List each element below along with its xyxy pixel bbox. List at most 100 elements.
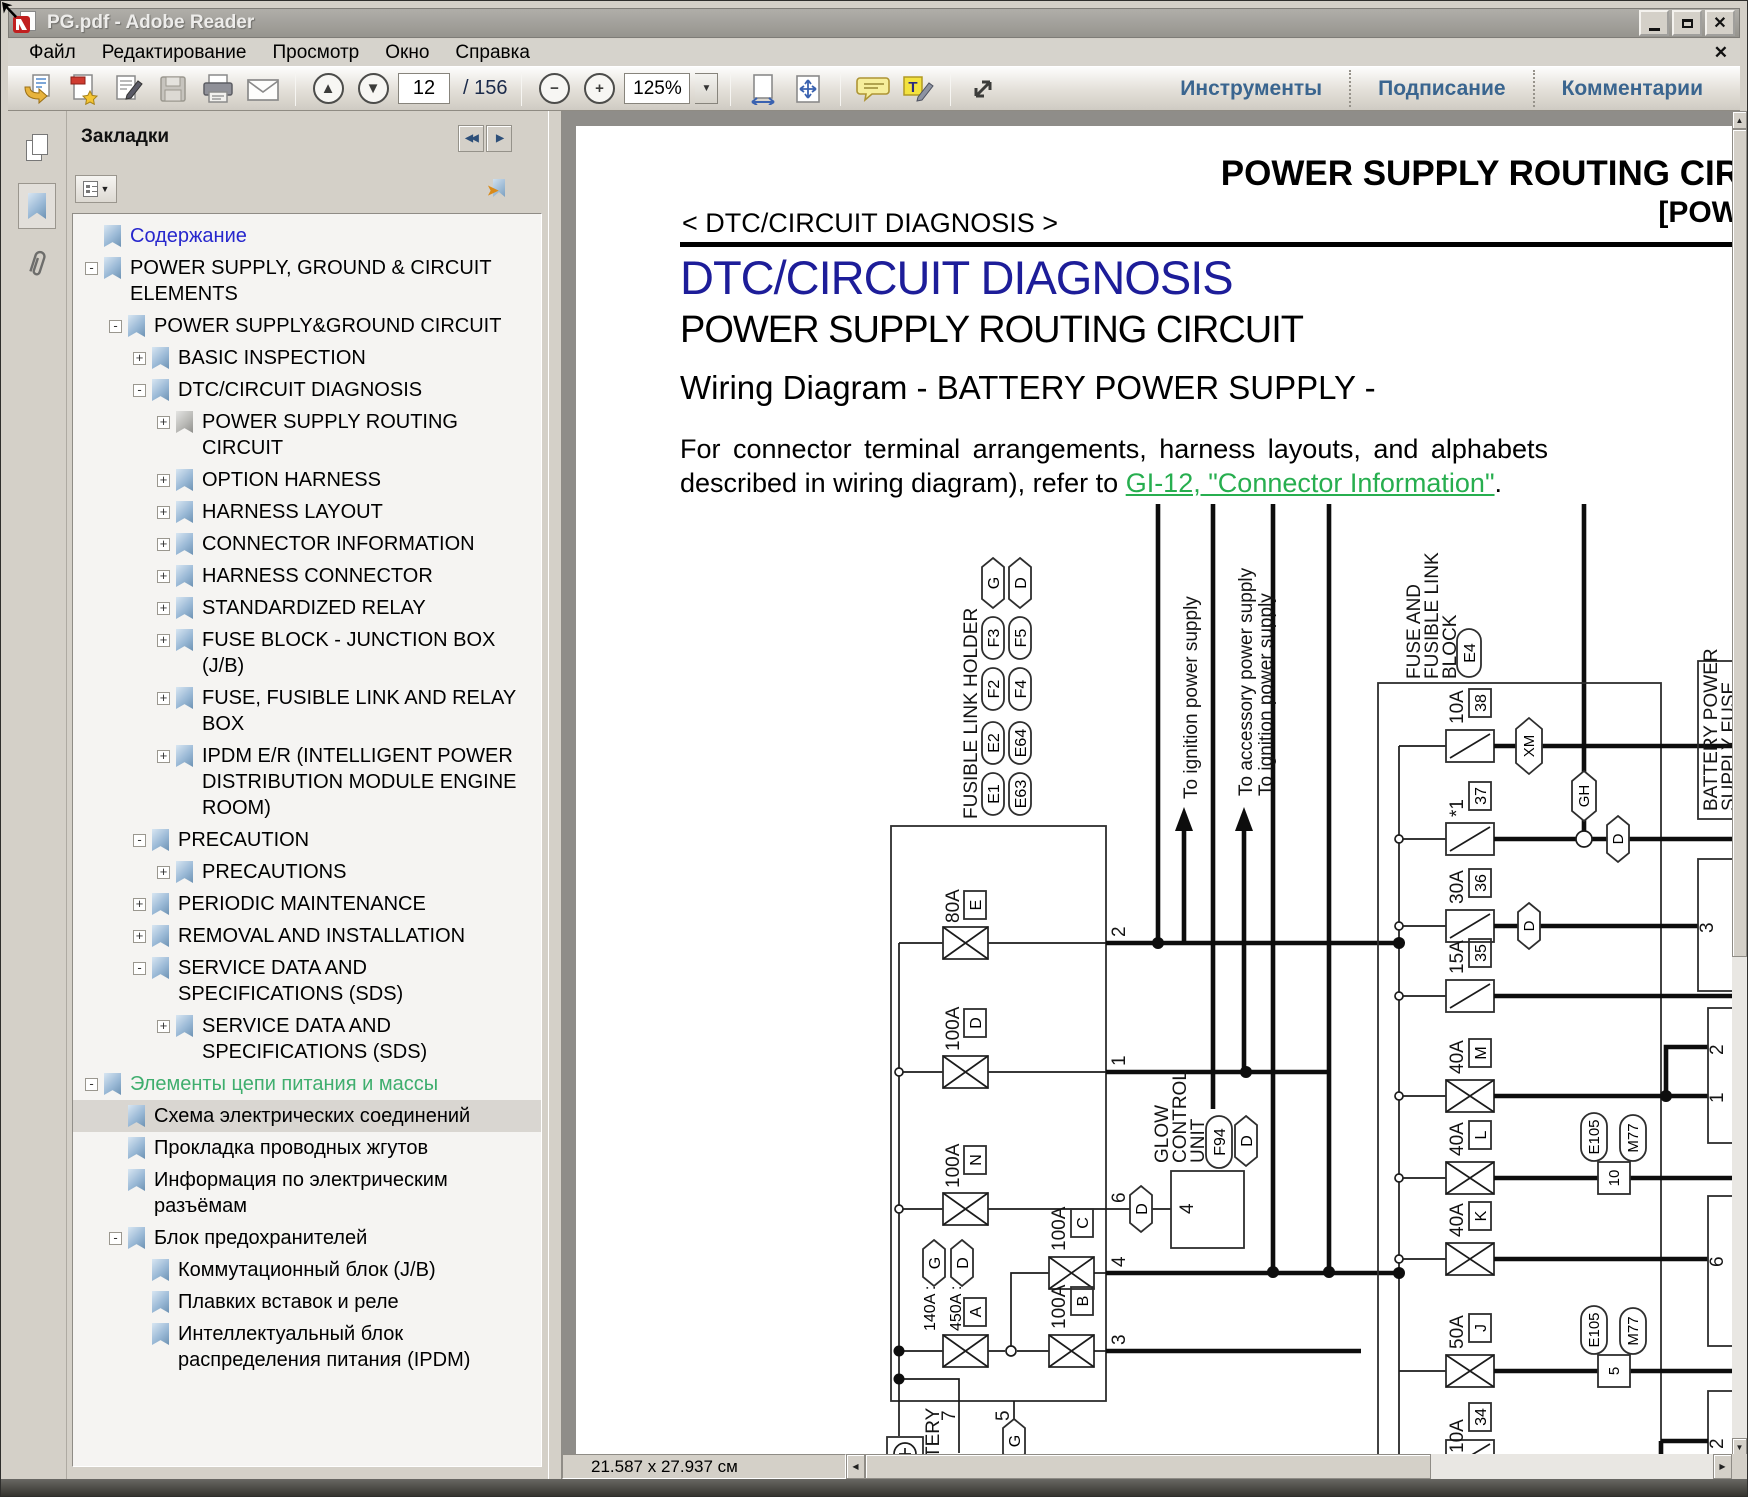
bookmark-item[interactable]: Плавких вставок и реле xyxy=(73,1286,541,1318)
expander-icon[interactable]: + xyxy=(157,750,170,763)
horizontal-scroll-thumb[interactable] xyxy=(865,1454,1431,1479)
fit-width-button[interactable] xyxy=(743,69,783,109)
fit-page-button[interactable] xyxy=(788,69,828,109)
expander-icon[interactable]: + xyxy=(133,352,146,365)
bookmark-icon xyxy=(176,687,193,709)
bookmarks-tab[interactable] xyxy=(18,183,56,229)
expander-icon[interactable]: + xyxy=(157,866,170,879)
bookmark-item[interactable]: +HARNESS CONNECTOR xyxy=(73,560,541,592)
menu-file[interactable]: Файл xyxy=(16,41,89,65)
bookmark-item[interactable]: -PRECAUTION xyxy=(73,824,541,856)
bookmarks-tree[interactable]: Содержание -POWER SUPPLY, GROUND & CIRCU… xyxy=(72,213,542,1467)
panel-splitter[interactable] xyxy=(548,111,562,1479)
next-page-button[interactable]: ▼ xyxy=(353,69,393,109)
comment-panel-button[interactable]: Комментарии xyxy=(1535,77,1730,101)
connector-information-link[interactable]: GI-12, "Connector Information" xyxy=(1126,468,1495,498)
menu-help[interactable]: Справка xyxy=(442,41,543,65)
expander-icon[interactable]: - xyxy=(109,1232,122,1245)
expander-icon[interactable]: + xyxy=(157,538,170,551)
attachments-tab[interactable] xyxy=(18,241,56,287)
vertical-scroll-thumb[interactable] xyxy=(1732,129,1747,957)
scroll-left-button[interactable]: ◀ xyxy=(846,1454,865,1479)
previous-page-button[interactable]: ▲ xyxy=(308,69,348,109)
expand-panel-button[interactable]: ▶ xyxy=(486,125,512,152)
vertical-scrollbar[interactable]: ▲ ▼ xyxy=(1732,111,1747,1456)
bookmark-item[interactable]: +STANDARDIZED RELAY xyxy=(73,592,541,624)
bookmark-item[interactable]: -Блок предохранителей xyxy=(73,1222,541,1254)
expander-icon[interactable]: + xyxy=(133,898,146,911)
sign-panel-button[interactable]: Подписание xyxy=(1351,77,1532,101)
zoom-out-button[interactable]: − xyxy=(534,69,574,109)
zoom-level-value[interactable]: 125% xyxy=(624,73,690,104)
open-button[interactable] xyxy=(18,69,58,109)
bookmark-item[interactable]: Информация по электрическим разъёмам xyxy=(73,1164,541,1222)
expander-icon[interactable]: + xyxy=(157,634,170,647)
bookmark-item[interactable]: +CONNECTOR INFORMATION xyxy=(73,528,541,560)
sign-pen-button[interactable] xyxy=(108,69,148,109)
bookmark-item[interactable]: +HARNESS LAYOUT xyxy=(73,496,541,528)
bookmark-item[interactable]: +IPDM E/R (INTELLIGENT POWER DISTRIBUTIO… xyxy=(73,740,541,824)
save-button[interactable] xyxy=(153,69,193,109)
minimize-button[interactable] xyxy=(1639,10,1669,36)
bookmark-item[interactable]: Коммутационный блок (J/B) xyxy=(73,1254,541,1286)
expander-icon[interactable]: - xyxy=(133,834,146,847)
collapse-panel-button[interactable]: ◀◀ xyxy=(458,125,484,152)
bookmark-item[interactable]: -SERVICE DATA AND SPECIFICATIONS (SDS) xyxy=(73,952,541,1010)
scroll-up-button[interactable]: ▲ xyxy=(1732,111,1747,129)
expander-icon[interactable]: + xyxy=(133,930,146,943)
bookmark-item[interactable]: +PRECAUTIONS xyxy=(73,856,541,888)
bookmark-item[interactable]: +PERIODIC MAINTENANCE xyxy=(73,888,541,920)
bookmark-item[interactable]: +OPTION HARNESS xyxy=(73,464,541,496)
expander-icon[interactable]: + xyxy=(157,692,170,705)
comment-button[interactable] xyxy=(853,69,893,109)
tools-panel-button[interactable]: Инструменты xyxy=(1153,77,1349,101)
bookmark-item[interactable]: -POWER SUPPLY&GROUND CIRCUIT xyxy=(73,310,541,342)
bookmark-item[interactable]: +FUSE, FUSIBLE LINK AND RELAY BOX xyxy=(73,682,541,740)
bookmark-item[interactable]: Содержание xyxy=(73,220,541,252)
expander-icon[interactable]: + xyxy=(157,602,170,615)
bookmark-item[interactable]: Прокладка проводных жгутов xyxy=(73,1132,541,1164)
print-button[interactable] xyxy=(198,69,238,109)
fuse-rating: 100A xyxy=(1049,1284,1070,1329)
maximize-button[interactable] xyxy=(1672,10,1702,36)
title-bar[interactable]: PG.pdf - Adobe Reader ✕ xyxy=(8,8,1740,38)
bookmark-item[interactable]: +SERVICE DATA AND SPECIFICATIONS (SDS) xyxy=(73,1010,541,1068)
fullscreen-button[interactable] xyxy=(963,69,1003,109)
expander-icon[interactable]: + xyxy=(157,416,170,429)
expander-icon[interactable]: + xyxy=(157,474,170,487)
page-thumbnails-tab[interactable] xyxy=(18,125,56,171)
bookmark-item-selected[interactable]: Схема электрических соединений xyxy=(73,1100,541,1132)
page-number-input[interactable] xyxy=(398,73,450,104)
expander-icon[interactable]: - xyxy=(133,962,146,975)
expander-icon[interactable]: - xyxy=(85,262,98,275)
close-menubar-icon[interactable]: ✕ xyxy=(1714,43,1740,63)
menu-edit[interactable]: Редактирование xyxy=(89,41,260,65)
zoom-in-button[interactable]: + xyxy=(579,69,619,109)
expander-icon[interactable]: - xyxy=(109,320,122,333)
create-pdf-button[interactable] xyxy=(63,69,103,109)
bookmark-item[interactable]: -POWER SUPPLY, GROUND & CIRCUIT ELEMENTS xyxy=(73,252,541,310)
menu-window[interactable]: Окно xyxy=(372,41,442,65)
bookmark-item[interactable]: +REMOVAL AND INSTALLATION xyxy=(73,920,541,952)
email-button[interactable] xyxy=(243,69,283,109)
bookmark-item[interactable]: +POWER SUPPLY ROUTING CIRCUIT xyxy=(73,406,541,464)
bookmark-item[interactable]: Интеллектуальный блок распределения пита… xyxy=(73,1318,541,1376)
menu-view[interactable]: Просмотр xyxy=(259,41,372,65)
bookmark-item[interactable]: -DTC/CIRCUIT DIAGNOSIS xyxy=(73,374,541,406)
locate-current-bookmark-button[interactable]: ➤ xyxy=(484,173,514,203)
close-button[interactable]: ✕ xyxy=(1705,10,1735,36)
bookmark-item[interactable]: +BASIC INSPECTION xyxy=(73,342,541,374)
bookmark-item[interactable]: -Элементы цепи питания и массы xyxy=(73,1068,541,1100)
bookmark-item[interactable]: +FUSE BLOCK - JUNCTION BOX (J/B) xyxy=(73,624,541,682)
horizontal-scroll-track[interactable] xyxy=(1431,1454,1713,1479)
highlight-text-button[interactable]: T xyxy=(898,69,938,109)
expander-icon[interactable]: + xyxy=(157,570,170,583)
expander-icon[interactable]: + xyxy=(157,506,170,519)
expander-icon[interactable]: - xyxy=(85,1078,98,1091)
expander-icon[interactable]: - xyxy=(133,384,146,397)
scroll-right-button[interactable]: ▶ xyxy=(1713,1454,1732,1479)
fuse-rating: 140A : xyxy=(922,1286,939,1331)
bookmark-options-button[interactable]: ▼ xyxy=(75,175,117,203)
expander-icon[interactable]: + xyxy=(157,1020,170,1033)
zoom-dropdown-button[interactable]: ▼ xyxy=(695,73,718,104)
